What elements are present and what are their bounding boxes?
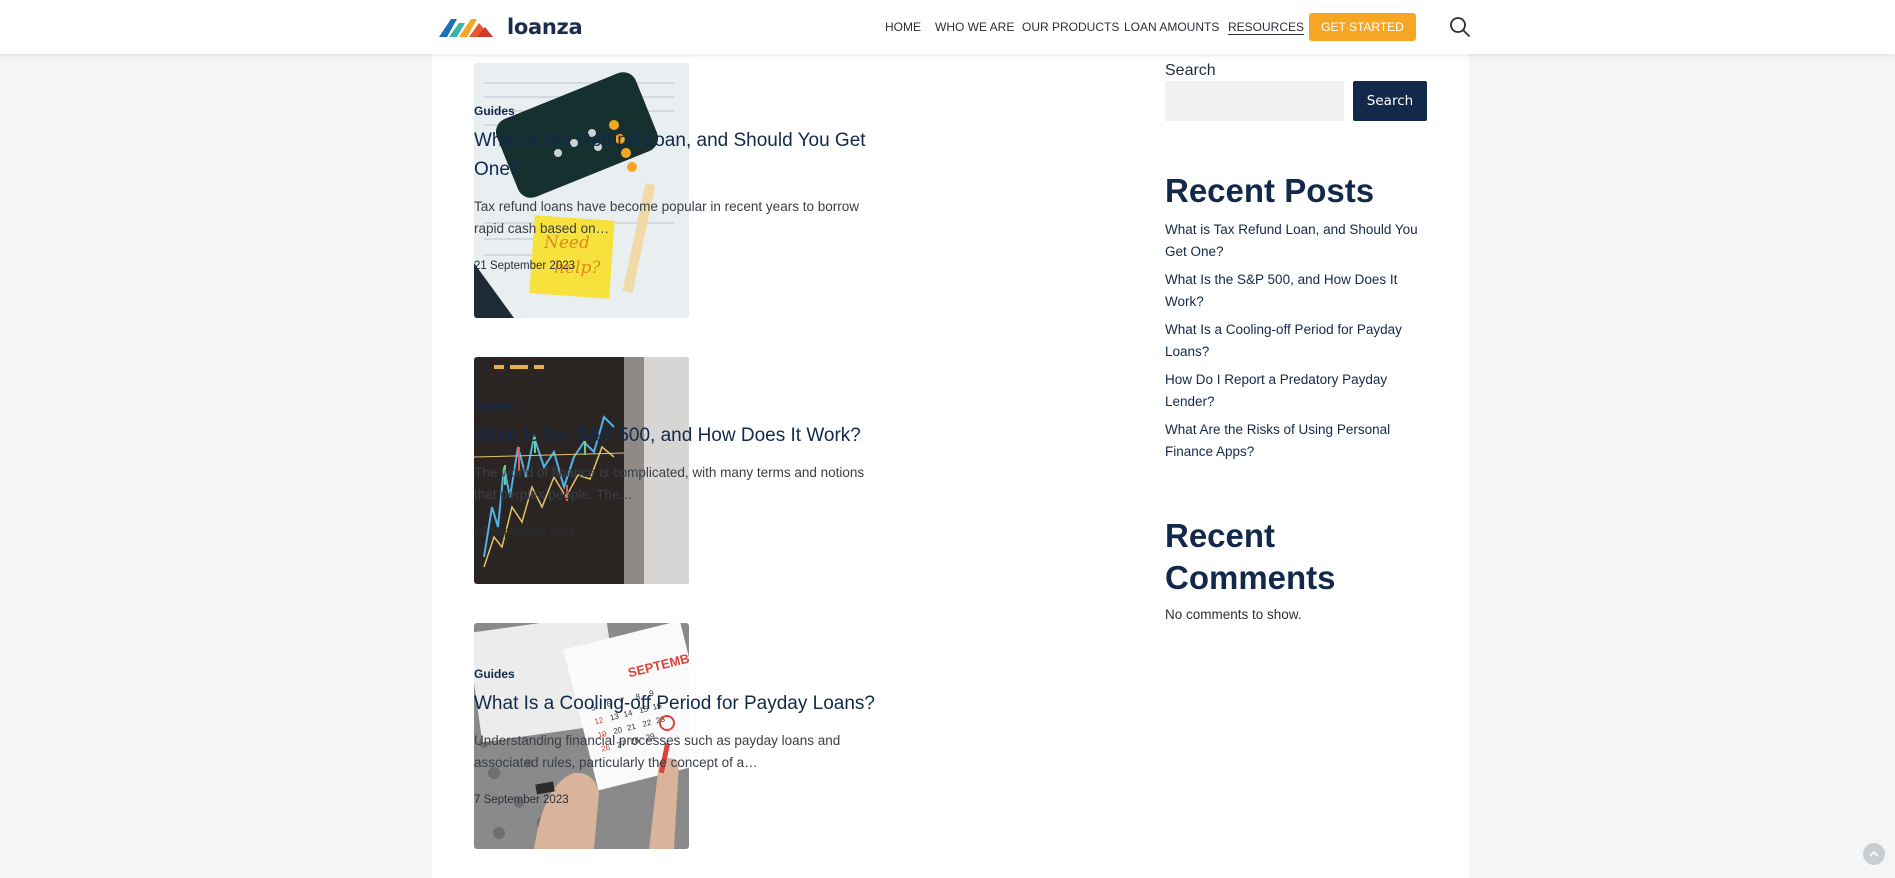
- chevron-up-icon: [1869, 850, 1879, 857]
- site-header: loanza HOME WHO WE ARE OUR PRODUCTS LOAN…: [0, 0, 1895, 54]
- nav-our-products[interactable]: OUR PRODUCTS: [1022, 20, 1119, 34]
- recent-posts-list: What is Tax Refund Loan, and Should You …: [1165, 219, 1420, 469]
- post-card: Guides What Is a Cooling-off Period for …: [474, 667, 1134, 806]
- recent-post-link[interactable]: What Is a Cooling-off Period for Payday …: [1165, 319, 1420, 363]
- recent-post-link[interactable]: How Do I Report a Predatory Payday Lende…: [1165, 369, 1420, 413]
- post-date: 7 September 2023: [474, 794, 569, 806]
- nav-resources[interactable]: RESOURCES: [1228, 20, 1304, 34]
- recent-comments-title: Recent Comments: [1165, 517, 1336, 596]
- post-date: 14 September 2023: [474, 526, 576, 538]
- sidebar-search-button[interactable]: Search: [1353, 81, 1427, 121]
- recent-post-link[interactable]: What Are the Risks of Using Personal Fin…: [1165, 419, 1420, 463]
- sidebar-search-input[interactable]: [1165, 81, 1344, 121]
- post-excerpt: The world of finance is complicated, wit…: [474, 465, 865, 502]
- nav-loan-amounts[interactable]: LOAN AMOUNTS: [1124, 20, 1219, 34]
- post-category[interactable]: Guides: [474, 104, 1134, 118]
- logo-mark-icon: [439, 19, 493, 37]
- post-title[interactable]: What is Tax Refund Loan, and Should You …: [474, 126, 874, 184]
- post-card: Guides What Is the S&P 500, and How Does…: [474, 399, 1134, 538]
- get-started-button[interactable]: GET STARTED: [1309, 13, 1416, 41]
- recent-post-link[interactable]: What is Tax Refund Loan, and Should You …: [1165, 219, 1420, 263]
- nav-home[interactable]: HOME: [885, 20, 921, 34]
- search-icon[interactable]: [1449, 16, 1471, 38]
- site-logo[interactable]: loanza: [437, 14, 583, 40]
- no-comments-text: No comments to show.: [1165, 607, 1302, 622]
- post-category[interactable]: Guides: [474, 667, 1134, 681]
- search-label: Search: [1165, 62, 1216, 79]
- post-excerpt: Understanding financial processes such a…: [474, 733, 841, 770]
- logo-text: loanza: [507, 15, 583, 39]
- post-title[interactable]: What Is a Cooling-off Period for Payday …: [474, 689, 904, 718]
- recent-post-link[interactable]: What Is the S&P 500, and How Does It Wor…: [1165, 269, 1420, 313]
- post-card: Guides What is Tax Refund Loan, and Shou…: [474, 104, 1134, 272]
- nav-who-we-are[interactable]: WHO WE ARE: [935, 20, 1014, 34]
- recent-posts-title: Recent Posts: [1165, 172, 1375, 209]
- post-date: 21 September 2023: [474, 260, 576, 272]
- post-title[interactable]: What Is the S&P 500, and How Does It Wor…: [474, 421, 894, 450]
- post-category[interactable]: Guides: [474, 399, 1134, 413]
- back-to-top-button[interactable]: [1863, 843, 1885, 865]
- post-excerpt: Tax refund loans have become popular in …: [474, 199, 859, 236]
